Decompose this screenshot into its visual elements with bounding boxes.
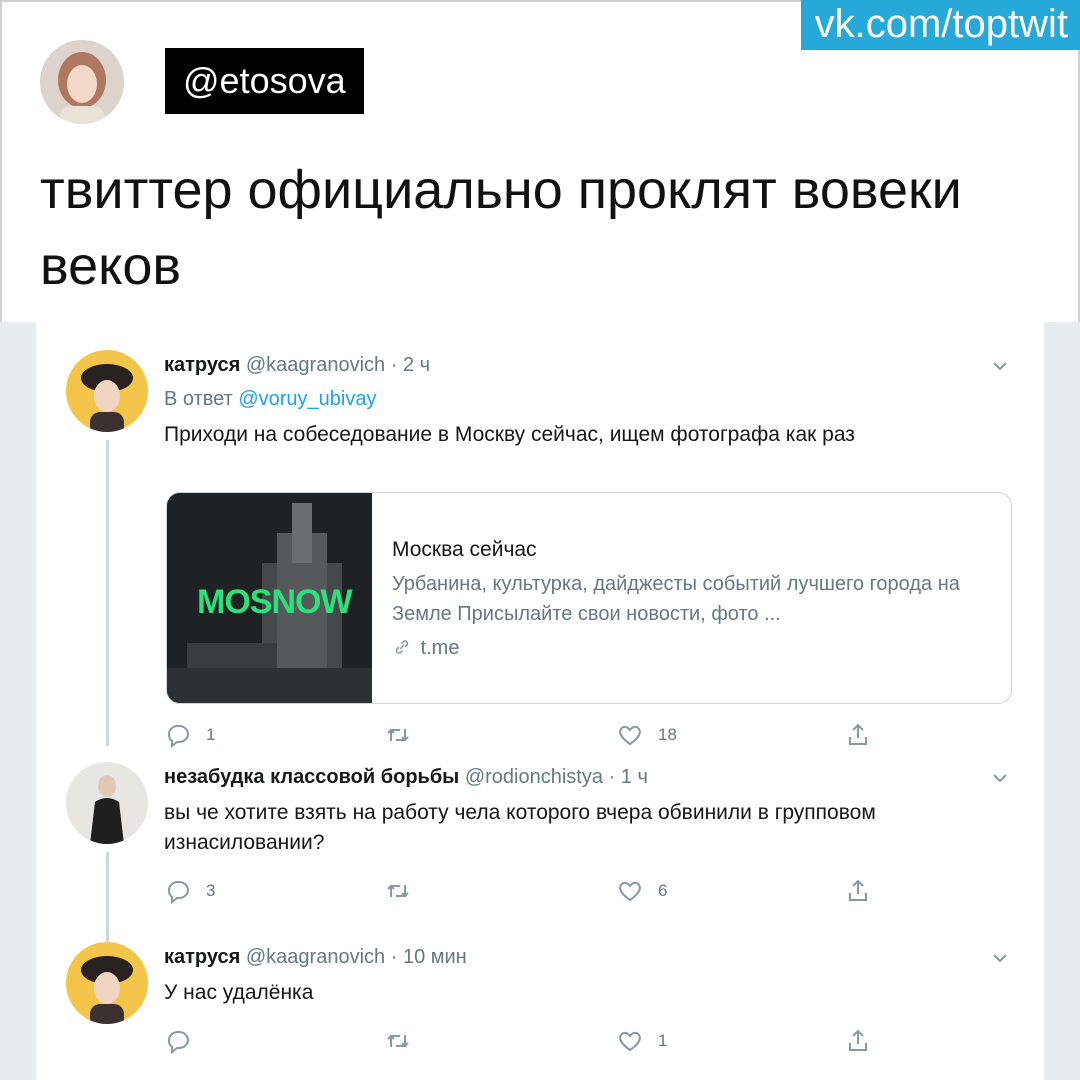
retweet-icon xyxy=(387,884,409,898)
tweet-thread: катруся @kaagranovich · 2 ч В ответ @vor… xyxy=(36,322,1044,1080)
separator: · xyxy=(608,766,616,788)
watermark: vk.com/toptwit xyxy=(800,0,1080,50)
reply-count: 3 xyxy=(206,881,216,900)
like-count: 18 xyxy=(658,725,677,744)
display-name[interactable]: катруся xyxy=(164,354,240,376)
share-icon xyxy=(849,1029,867,1051)
tweet-meta: незабудка классовой борьбы @rodionchisty… xyxy=(164,764,648,790)
like-button[interactable]: 18 xyxy=(616,720,677,750)
share-icon xyxy=(849,879,867,901)
display-name[interactable]: катруся xyxy=(164,946,240,968)
retweet-icon xyxy=(387,1034,409,1048)
avatar[interactable] xyxy=(66,350,148,432)
like-count: 6 xyxy=(658,881,668,900)
card-title: Москва сейчас xyxy=(392,538,537,561)
separator: · xyxy=(390,946,398,968)
username[interactable]: @rodionchistya xyxy=(465,766,603,788)
like-button[interactable]: 1 xyxy=(616,1026,667,1056)
avatar[interactable] xyxy=(66,942,148,1024)
share-icon xyxy=(849,723,867,745)
chevron-down-icon[interactable] xyxy=(990,948,1010,968)
link-icon xyxy=(395,640,409,654)
avatar[interactable] xyxy=(66,762,148,844)
tweet-actions: 3 6 xyxy=(164,876,884,906)
thread-line xyxy=(106,440,109,746)
tweet-text: У нас удалёнка xyxy=(164,981,314,1004)
reply-button[interactable]: 1 xyxy=(164,720,215,750)
card-image-label: MOSNOW xyxy=(197,583,353,621)
retweet-button[interactable] xyxy=(384,720,426,750)
link-card[interactable]: MOSNOW Москва сейчас Урбанина, культурка… xyxy=(166,492,1012,704)
retweet-button[interactable] xyxy=(384,876,426,906)
card-description: Урбанина, культурка, дайджесты событий л… xyxy=(392,573,960,625)
like-icon xyxy=(619,881,641,902)
thread-line xyxy=(106,852,109,942)
retweet-icon xyxy=(387,728,409,742)
reply-mention[interactable]: @voruy_ubivay xyxy=(238,388,376,410)
post-text: твиттер официально проклят вовеки веков xyxy=(40,160,962,296)
chevron-down-icon[interactable] xyxy=(990,768,1010,788)
tweet-meta: катруся @kaagranovich · 2 ч xyxy=(164,352,430,378)
retweet-button[interactable] xyxy=(384,1026,426,1056)
timestamp[interactable]: 10 мин xyxy=(403,946,467,968)
share-button[interactable] xyxy=(844,720,872,750)
card-image: MOSNOW xyxy=(167,493,372,703)
like-icon xyxy=(619,725,641,746)
tweet-screenshot: катруся @kaagranovich · 2 ч В ответ @vor… xyxy=(0,322,1080,1080)
username[interactable]: @kaagranovich xyxy=(246,354,385,376)
separator: · xyxy=(390,354,398,376)
reply-icon xyxy=(167,1031,189,1055)
tweet-text: Приходи на собеседование в Москву сейчас… xyxy=(164,423,855,446)
display-name[interactable]: незабудка классовой борьбы xyxy=(164,766,459,788)
card-domain: t.me xyxy=(392,635,459,661)
like-count: 1 xyxy=(658,1031,668,1050)
timestamp[interactable]: 1 ч xyxy=(621,766,648,788)
reply-icon xyxy=(167,725,189,749)
tweet-meta: катруся @kaagranovich · 10 мин xyxy=(164,944,467,970)
reply-button[interactable] xyxy=(164,1026,206,1056)
tweet-actions: 1 18 xyxy=(164,720,884,750)
like-icon xyxy=(619,1031,641,1052)
card-domain-text: t.me xyxy=(420,637,460,659)
share-button[interactable] xyxy=(844,876,872,906)
chevron-down-icon[interactable] xyxy=(990,356,1010,376)
tweet-text: вы че хотите взять на работу чела которо… xyxy=(164,801,876,854)
author-handle: @etosova xyxy=(165,48,364,114)
reply-label: В ответ xyxy=(164,388,233,410)
like-button[interactable]: 6 xyxy=(616,876,667,906)
reply-button[interactable]: 3 xyxy=(164,876,215,906)
reply-count: 1 xyxy=(206,725,216,744)
author-avatar[interactable] xyxy=(40,40,124,124)
tweet-actions: 1 xyxy=(164,1026,884,1056)
reply-icon xyxy=(167,881,189,905)
username[interactable]: @kaagranovich xyxy=(246,946,385,968)
reply-context: В ответ @voruy_ubivay xyxy=(164,386,376,412)
timestamp[interactable]: 2 ч xyxy=(403,354,430,376)
share-button[interactable] xyxy=(844,1026,872,1056)
